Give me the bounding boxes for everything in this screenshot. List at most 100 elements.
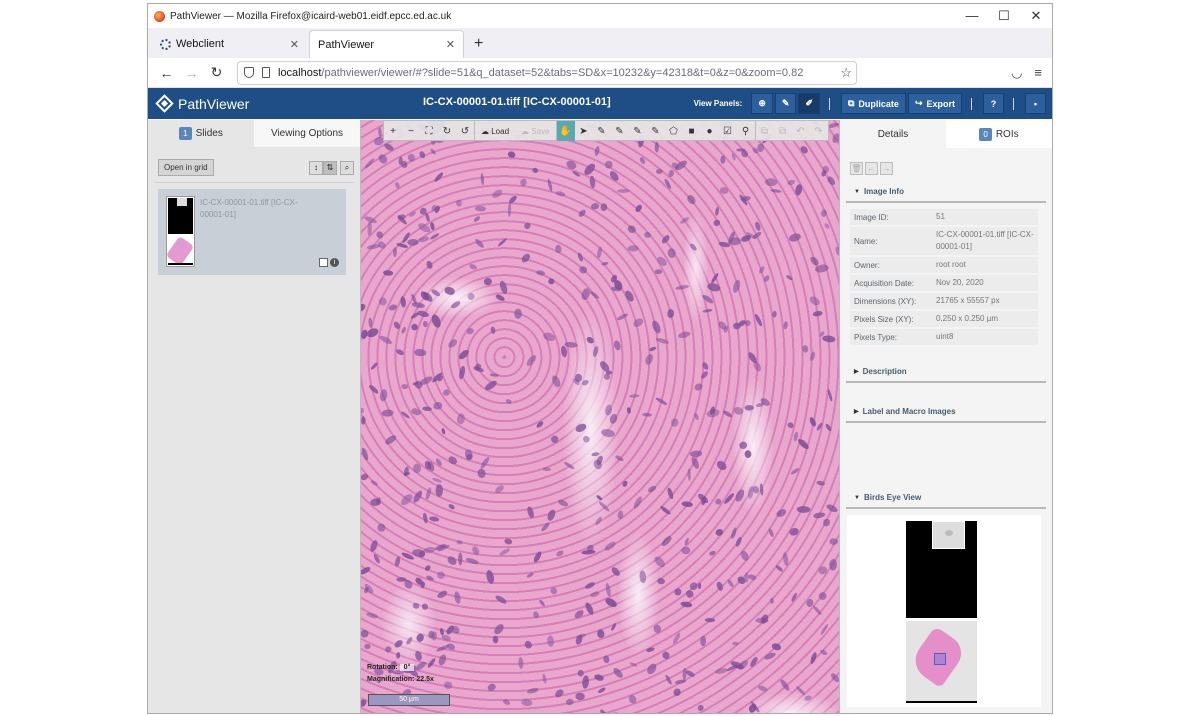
export-icon: ↪ (914, 98, 923, 108)
menu-icon[interactable]: ≡ (1034, 65, 1042, 81)
info-value: 51 (936, 212, 945, 221)
slide-thumbnail-image[interactable] (165, 196, 195, 267)
next-arrow-icon[interactable]: → (880, 162, 893, 175)
open-in-grid-button[interactable]: Open in grid (158, 159, 214, 176)
tab-slides[interactable]: 1 Slides (148, 120, 254, 147)
export-button[interactable]: ↪ Export (907, 93, 962, 114)
info-key: Owner: (854, 260, 880, 270)
search-icon[interactable]: ⌕ (340, 160, 354, 175)
select-arrow-icon[interactable]: ➤ (575, 121, 593, 141)
url-bar[interactable]: localhost/pathviewer/viewer/#?slide=51&q… (237, 60, 857, 85)
load-button[interactable]: ☁ Load (475, 121, 515, 141)
close-tab-icon[interactable]: ✕ (290, 38, 299, 51)
rois-count-badge: 0 (979, 127, 992, 141)
globe-panel-button[interactable]: ⊕ (751, 93, 773, 114)
info-key: Image ID: (854, 212, 889, 222)
fit-screen-icon[interactable]: ⛶ (420, 121, 438, 141)
info-key: Pixels Size (XY): (854, 314, 914, 324)
save-button[interactable]: ☁ Save (515, 121, 555, 141)
load-label: Load (491, 126, 510, 136)
birds-eye-header[interactable]: ▼ Birds Eye View (846, 489, 1046, 509)
label-macro-header[interactable]: ▶ Label and Macro Images (846, 403, 1046, 423)
maximize-button[interactable]: ☐ (988, 8, 1020, 24)
reload-button[interactable]: ↻ (204, 64, 229, 81)
pen-tool-icon[interactable]: ✎ (593, 121, 611, 141)
duplicate-icon: ⧉ (847, 98, 855, 108)
divider (971, 97, 972, 110)
help-button[interactable]: ? (983, 93, 1004, 114)
polygon-icon[interactable]: ⬠ (665, 121, 683, 141)
url-host: localhost (278, 66, 322, 79)
globe-icon: ⊕ (758, 98, 766, 108)
undo-icon[interactable]: ↶ (792, 121, 810, 141)
rois-tab-label: ROIs (995, 128, 1019, 140)
caret-down-icon: ▼ (854, 188, 860, 195)
marker-icon[interactable]: ⚲ (737, 121, 755, 141)
close-tab-icon[interactable]: ✕ (446, 38, 455, 51)
bookmark-star-icon[interactable]: ☆ (836, 64, 856, 81)
zoom-in-icon[interactable]: + (384, 121, 402, 141)
new-tab-button[interactable]: + (466, 35, 491, 58)
info-row: Owner: root root (850, 257, 1038, 275)
shield-icon[interactable] (244, 67, 254, 78)
tab-pathviewer[interactable]: PathViewer ✕ (309, 30, 464, 58)
export-label: Export (926, 98, 955, 109)
slide-select-checkbox[interactable] (319, 258, 328, 267)
slide-title: IC-CX-00001-01.tiff [IC-CX-00001-01] (423, 96, 611, 108)
back-button[interactable]: ← (154, 65, 179, 81)
rectangle-icon[interactable]: ■ (683, 121, 701, 141)
title-bar: PathViewer — Mozilla Firefox@icaird-web0… (148, 4, 1052, 28)
pocket-icon[interactable]: ◡ (1011, 65, 1022, 81)
image-info-header[interactable]: ▼ Image Info (846, 183, 1046, 203)
browser-window: PathViewer — Mozilla Firefox@icaird-web0… (147, 3, 1053, 714)
info-row: Acquisition Date: Nov 20, 2020 (850, 275, 1038, 293)
minimize-button[interactable]: — (956, 8, 988, 24)
checkbox-tool-icon[interactable]: ☑ (719, 121, 737, 141)
tab-strip: Webclient ✕ PathViewer ✕ + (148, 28, 1052, 58)
duplicate-button[interactable]: ⧉ Duplicate (840, 93, 906, 114)
pen-tool-4-icon[interactable]: ✎ (647, 121, 665, 141)
copy-icon[interactable]: ⧉ (756, 121, 774, 141)
delete-icon[interactable]: 🗑 (850, 162, 863, 175)
rotate-cw-icon[interactable]: ↻ (438, 121, 456, 141)
close-window-button[interactable]: ✕ (1020, 8, 1052, 24)
slide-viewer[interactable]: + − ⛶ ↻ ↺ ☁ Load ☁ Save ✋ ➤ ✎ ✎ ✎ ✎ ⬠ ■ … (361, 120, 839, 713)
wrench-icon: ✎ (781, 98, 790, 108)
magnification-label: Magnification: (367, 676, 415, 683)
tab-rois[interactable]: 0 ROIs (946, 120, 1052, 148)
info-row: Dimensions (XY): 21765 x 55557 px (850, 293, 1038, 311)
page-icon[interactable] (262, 67, 270, 78)
tab-details[interactable]: Details (840, 120, 946, 148)
pen-tool-2-icon[interactable]: ✎ (611, 121, 629, 141)
sort-asc-button[interactable]: ↕ (309, 160, 323, 175)
viewer-toolbar: + − ⛶ ↻ ↺ ☁ Load ☁ Save ✋ ➤ ✎ ✎ ✎ ✎ ⬠ ■ … (383, 120, 829, 141)
description-title: Description (862, 367, 907, 376)
tab-webclient[interactable]: Webclient ✕ (152, 30, 307, 58)
info-value: 21765 x 55557 px (936, 296, 1000, 305)
redo-icon[interactable]: ↷ (810, 121, 828, 141)
tab-viewing-options[interactable]: Viewing Options (254, 120, 360, 147)
viewport-indicator[interactable] (934, 653, 946, 665)
slide-thumbnail-card[interactable]: IC-CX-00001-01.tiff [IC-CX-00001-01] i (158, 189, 346, 275)
circle-icon[interactable]: ● (701, 121, 719, 141)
sort-desc-button[interactable]: ⇅ (323, 160, 337, 175)
info-value: uint8 (936, 332, 954, 341)
pen-tool-3-icon[interactable]: ✎ (629, 121, 647, 141)
window-toggle-button[interactable]: ▪ (1025, 93, 1046, 114)
paste-icon[interactable]: ⧉ (774, 121, 792, 141)
info-icon[interactable]: i (330, 258, 339, 267)
rotate-ccw-icon[interactable]: ↺ (456, 121, 474, 141)
wrench-panel-button[interactable]: ✎ (774, 93, 797, 114)
forward-button[interactable]: → (179, 65, 204, 81)
description-header[interactable]: ▶ Description (846, 363, 1046, 383)
rotation-label: Rotation: (367, 664, 398, 671)
zoom-out-icon[interactable]: − (402, 121, 420, 141)
slide-thumbnail-name[interactable]: IC-CX-00001-01.tiff [IC-CX-00001-01] (200, 197, 310, 221)
left-panel: 1 Slides Viewing Options Open in grid ↕ … (148, 120, 361, 713)
prev-arrow-icon[interactable]: ← (865, 162, 878, 175)
pen-panel-button[interactable]: ✐ (798, 93, 820, 114)
pan-hand-icon[interactable]: ✋ (556, 121, 575, 141)
birds-eye-view[interactable] (847, 515, 1041, 707)
main-area: 1 Slides Viewing Options Open in grid ↕ … (148, 120, 1052, 713)
divider (828, 97, 830, 110)
